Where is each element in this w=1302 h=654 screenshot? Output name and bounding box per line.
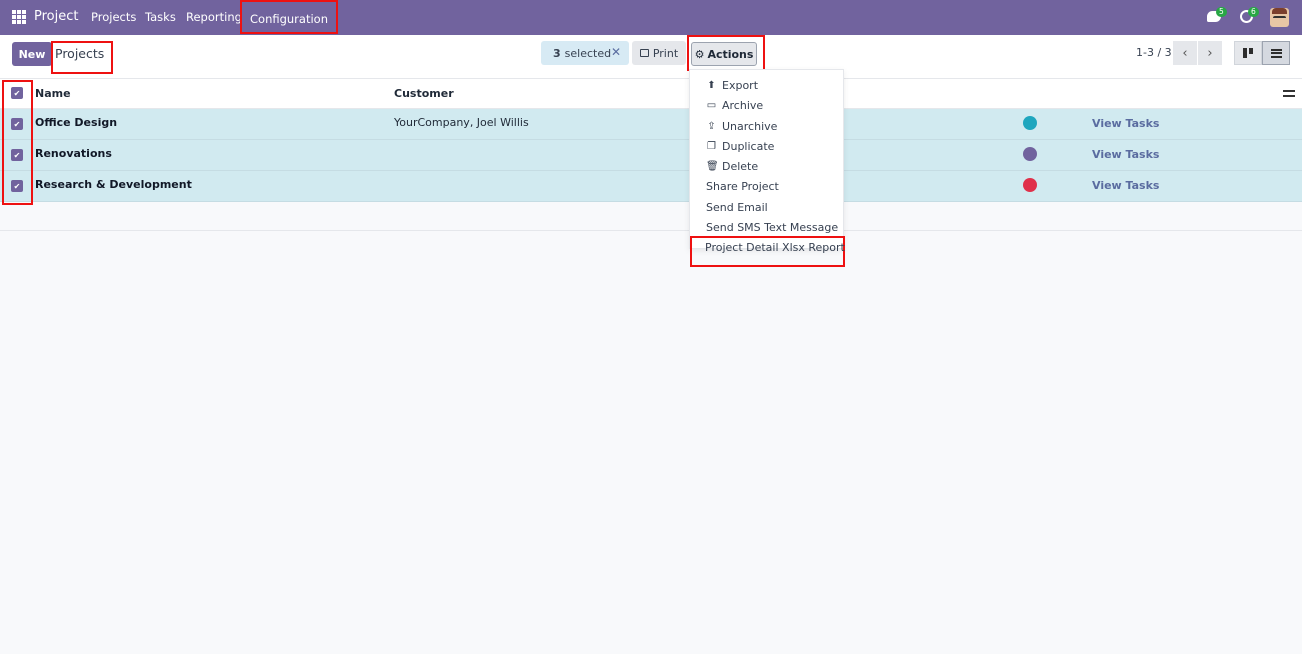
menu-item-label: Duplicate [722, 140, 775, 153]
new-button[interactable]: New [12, 42, 52, 66]
pager-previous-button[interactable]: ‹ [1173, 41, 1197, 65]
unarchive-icon: ⇪ [707, 121, 716, 132]
kanban-view-button[interactable] [1234, 41, 1262, 65]
activities-badge: 6 [1248, 7, 1259, 17]
color-dot[interactable] [1023, 178, 1037, 192]
actions-label: Actions [707, 47, 754, 61]
column-header-customer[interactable]: Customer [394, 87, 454, 100]
apps-grid-icon[interactable] [12, 10, 26, 24]
selected-label: selected [564, 46, 612, 60]
page-title: Projects [55, 46, 105, 61]
menu-item-send-email[interactable]: Send Email [706, 201, 768, 214]
menu-item-label: Export [722, 79, 759, 92]
menu-item-label: Delete [722, 160, 759, 173]
table-row[interactable]: ✔ Renovations View Tasks [0, 140, 1302, 171]
clear-selection-icon[interactable]: ✕ [611, 45, 621, 59]
user-avatar[interactable] [1270, 8, 1289, 27]
top-navbar: Project Projects Tasks Reporting Configu… [0, 0, 1302, 35]
actions-highlight: ⚙ Actions [687, 35, 765, 71]
table-row[interactable]: ✔ Office Design YourCompany, Joel Willis… [0, 109, 1302, 140]
archive-icon: ▭ [706, 100, 717, 111]
copy-icon: ❐ [707, 141, 716, 152]
kanban-icon [1242, 48, 1254, 58]
list-view-button[interactable] [1262, 41, 1290, 65]
color-dot[interactable] [1023, 147, 1037, 161]
menu-item-share-project[interactable]: Share Project [706, 180, 779, 193]
actions-dropdown-menu: ⬆ Export ▭ Archive ⇪ Unarchive ❐ Duplica… [689, 69, 844, 249]
column-header-name[interactable]: Name [35, 87, 71, 100]
table-row[interactable]: ✔ Research & Development View Tasks [0, 171, 1302, 202]
control-panel: New Projects 3 selected ✕ Print ⚙ Action… [0, 35, 1302, 79]
messages-badge: 5 [1216, 7, 1227, 17]
table-header: ✔ Name Customer [0, 79, 1302, 109]
print-button[interactable]: Print [632, 41, 686, 65]
menu-item-archive[interactable]: ▭ Archive [706, 99, 763, 112]
checkbox-highlight [2, 80, 33, 205]
printer-icon [639, 49, 649, 57]
project-name: Office Design [35, 116, 118, 129]
pager-next-button[interactable]: › [1198, 41, 1222, 65]
trash-icon: 🗑 [706, 161, 719, 172]
menu-item-duplicate[interactable]: ❐ Duplicate [706, 140, 774, 153]
menu-item-export[interactable]: ⬆ Export [706, 79, 758, 92]
project-customer: YourCompany, Joel Willis [394, 116, 529, 129]
color-dot[interactable] [1023, 116, 1037, 130]
selected-count: 3 [553, 46, 561, 60]
list-icon [1270, 48, 1282, 58]
print-label: Print [652, 46, 679, 60]
divider [0, 230, 1302, 231]
view-tasks-button[interactable]: View Tasks [1092, 179, 1159, 192]
breadcrumb: Projects [51, 41, 113, 74]
menu-item-label: Unarchive [722, 120, 778, 133]
view-tasks-button[interactable]: View Tasks [1092, 117, 1159, 130]
pager-value[interactable]: 1-3 / 3 [1136, 46, 1172, 59]
app-brand[interactable]: Project [34, 9, 78, 24]
menu-item-unarchive[interactable]: ⇪ Unarchive [706, 120, 777, 133]
gear-icon: ⚙ [694, 47, 705, 61]
nav-reporting[interactable]: Reporting [186, 10, 242, 24]
menu-item-label: Archive [722, 99, 764, 112]
menu-item-delete[interactable]: 🗑 Delete [706, 160, 758, 173]
actions-button[interactable]: ⚙ Actions [691, 42, 757, 66]
project-name: Research & Development [35, 178, 192, 191]
project-name: Renovations [35, 147, 112, 160]
menu-item-project-detail-xlsx-report[interactable]: Project Detail Xlsx Report [705, 241, 845, 254]
nav-configuration[interactable]: Configuration [240, 0, 338, 34]
column-settings-icon[interactable] [1283, 88, 1295, 98]
nav-projects[interactable]: Projects [91, 10, 136, 24]
view-tasks-button[interactable]: View Tasks [1092, 148, 1159, 161]
menu-item-send-sms[interactable]: Send SMS Text Message [706, 221, 838, 234]
selection-indicator: 3 selected ✕ [541, 41, 629, 65]
upload-icon: ⬆ [707, 80, 716, 91]
nav-tasks[interactable]: Tasks [145, 10, 176, 24]
